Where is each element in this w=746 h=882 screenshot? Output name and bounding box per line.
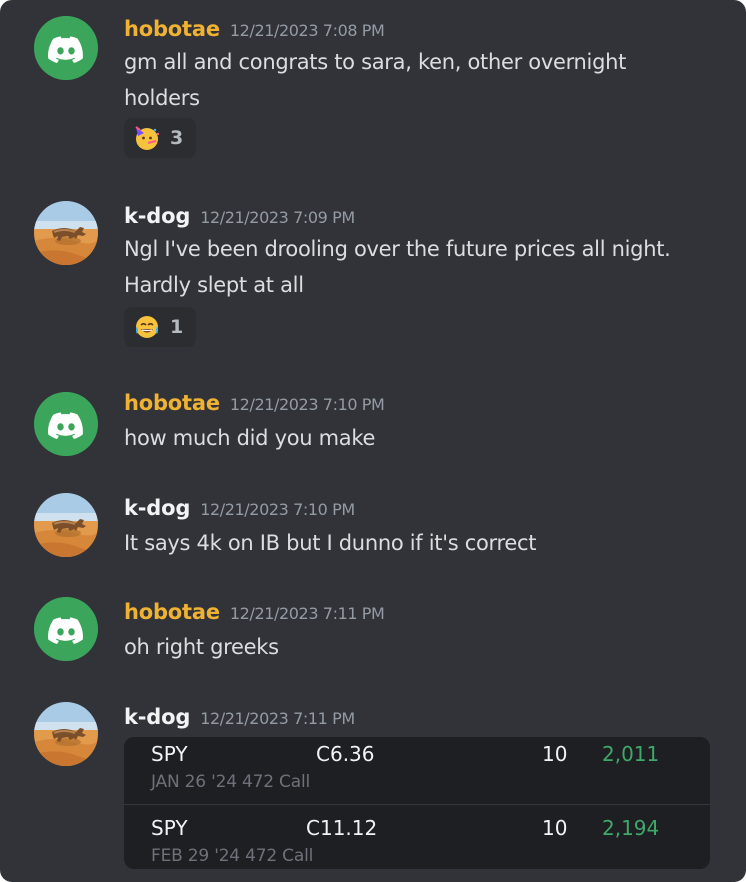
- dog-avatar-icon[interactable]: [34, 493, 98, 557]
- message-text: gm all and congrats to sara, ken, other …: [124, 44, 724, 116]
- position-value: 2,194: [602, 816, 660, 840]
- message-header: hobotae 12/21/2023 7:10 PM: [124, 388, 385, 418]
- position-symbol: SPY: [151, 742, 188, 766]
- timestamp: 12/21/2023 7:11 PM: [229, 604, 385, 623]
- table-row: SPY C6.36 10 2,011 JAN 26 '24 472 Call: [124, 737, 710, 803]
- message-text: It says 4k on IB but I dunno if it's cor…: [124, 531, 537, 555]
- message-header: k-dog 12/21/2023 7:10 PM: [124, 493, 355, 523]
- position-qty: 10: [542, 816, 568, 840]
- message-header: k-dog 12/21/2023 7:11 PM: [124, 702, 355, 732]
- author-name[interactable]: hobotae: [124, 391, 220, 415]
- positions-table: SPY C6.36 10 2,011 JAN 26 '24 472 Call S…: [124, 737, 710, 869]
- position-price: C11.12: [306, 816, 378, 840]
- message-text-line: holders: [124, 86, 200, 110]
- message-text: Ngl I've been drooling over the future p…: [124, 231, 724, 303]
- discord-logo-icon[interactable]: [34, 597, 98, 661]
- author-name[interactable]: k-dog: [124, 204, 190, 228]
- table-row: SPY C11.12 10 2,194 FEB 29 '24 472 Call: [124, 804, 710, 871]
- timestamp: 12/21/2023 7:08 PM: [229, 21, 385, 40]
- message-header: hobotae 12/21/2023 7:11 PM: [124, 597, 385, 627]
- position-contract: FEB 29 '24 472 Call: [151, 846, 314, 866]
- partying-face-icon: [134, 125, 160, 151]
- chat-window: hobotae 12/21/2023 7:08 PM gm all and con…: [0, 0, 746, 882]
- message-text-line: Ngl I've been drooling over the future p…: [124, 237, 671, 261]
- timestamp: 12/21/2023 7:10 PM: [229, 395, 385, 414]
- author-name[interactable]: hobotae: [124, 600, 220, 624]
- reaction-count: 1: [170, 316, 184, 338]
- position-value: 2,011: [602, 742, 660, 766]
- dog-avatar-icon[interactable]: [34, 702, 98, 766]
- message-header: k-dog 12/21/2023 7:09 PM: [124, 201, 355, 231]
- reaction-button[interactable]: 3: [124, 118, 196, 158]
- message-header: hobotae 12/21/2023 7:08 PM: [124, 14, 385, 44]
- position-qty: 10: [542, 742, 568, 766]
- discord-logo-icon[interactable]: [34, 16, 98, 80]
- timestamp: 12/21/2023 7:11 PM: [200, 709, 355, 728]
- timestamp: 12/21/2023 7:09 PM: [200, 208, 355, 227]
- position-price: C6.36: [316, 742, 375, 766]
- position-contract: JAN 26 '24 472 Call: [151, 772, 310, 792]
- author-name[interactable]: hobotae: [124, 17, 220, 41]
- position-symbol: SPY: [151, 816, 188, 840]
- reaction-count: 3: [170, 127, 184, 149]
- reaction-button[interactable]: 1: [124, 307, 196, 347]
- discord-logo-icon[interactable]: [34, 392, 98, 456]
- dog-avatar-icon[interactable]: [34, 201, 98, 265]
- author-name[interactable]: k-dog: [124, 705, 190, 729]
- message-text: how much did you make: [124, 426, 376, 450]
- author-name[interactable]: k-dog: [124, 496, 190, 520]
- message-text: oh right greeks: [124, 635, 279, 659]
- message-text-line: Hardly slept at all: [124, 273, 304, 297]
- tears-of-joy-icon: [134, 314, 160, 340]
- timestamp: 12/21/2023 7:10 PM: [200, 500, 355, 519]
- message-text-line: gm all and congrats to sara, ken, other …: [124, 50, 627, 74]
